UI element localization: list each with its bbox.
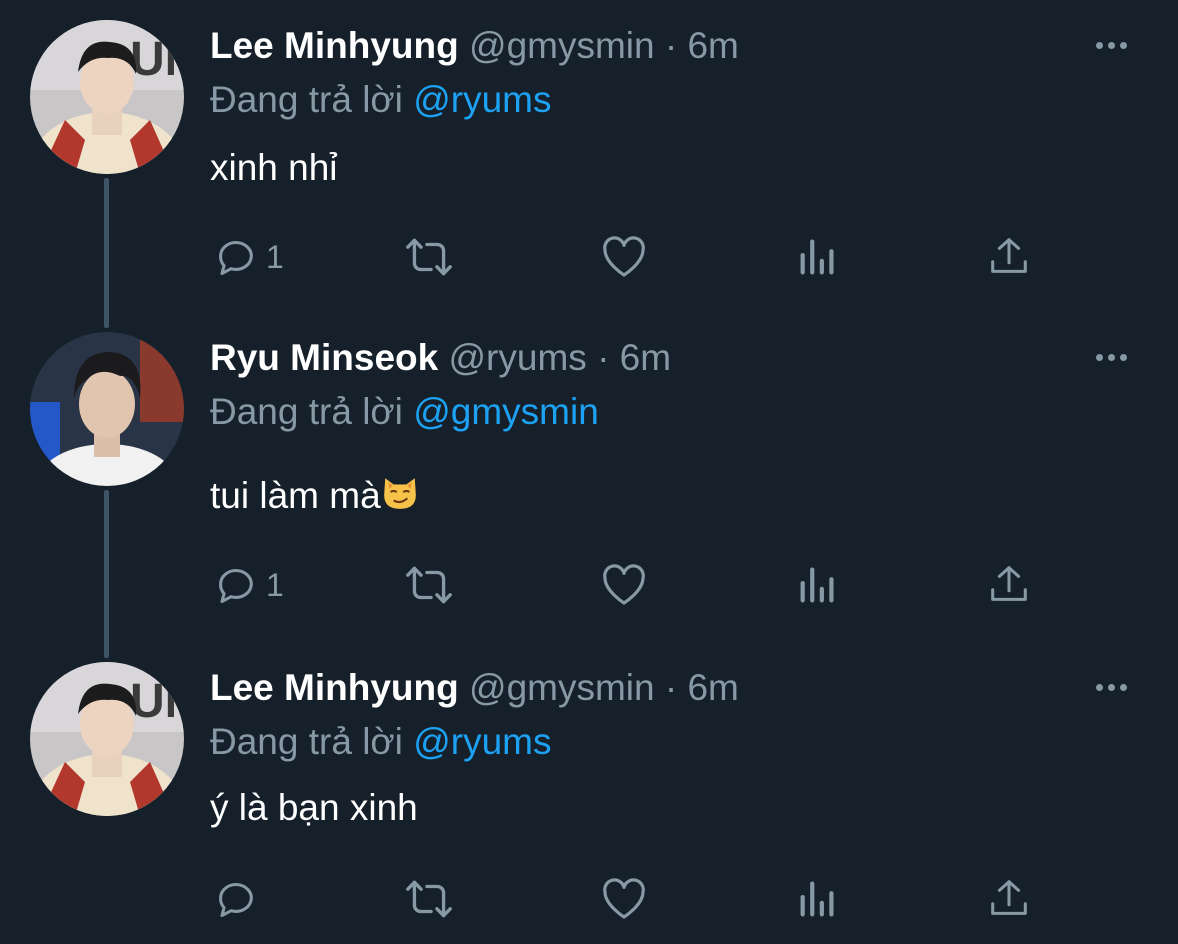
retweet-button[interactable] <box>404 560 454 610</box>
mention-link[interactable]: @gmysmin <box>413 391 599 432</box>
svg-text:UN: UN <box>130 675 184 728</box>
share-button[interactable] <box>986 874 1032 924</box>
like-button[interactable] <box>600 560 648 610</box>
like-icon <box>603 564 645 605</box>
retweet-icon <box>406 566 452 604</box>
share-button[interactable] <box>986 560 1032 610</box>
tweet[interactable]: Ryu Minseok @ryums · 6m Đang trả lời @gm… <box>0 312 1178 642</box>
reply-button[interactable]: 1 <box>212 560 284 610</box>
analytics-button[interactable] <box>796 874 840 924</box>
svg-text:UN: UN <box>130 33 184 86</box>
avatar[interactable] <box>30 332 184 486</box>
analytics-button[interactable] <box>796 560 840 610</box>
reply-count: 1 <box>266 238 284 275</box>
like-icon <box>603 878 645 919</box>
display-name[interactable]: Lee Minhyung <box>210 667 459 708</box>
timestamp[interactable]: 6m <box>620 337 671 378</box>
timestamp[interactable]: 6m <box>687 25 738 66</box>
retweet-icon <box>406 880 452 918</box>
analytics-icon <box>800 881 834 917</box>
replying-to-label: Đang trả lời <box>210 391 403 432</box>
display-name[interactable]: Lee Minhyung <box>210 25 459 66</box>
tweet[interactable]: UN Lee Minhyung @gmysmin · 6m Đang trả l… <box>0 642 1178 944</box>
separator-dot: · <box>597 337 610 378</box>
share-icon <box>991 566 1027 601</box>
more-options-icon[interactable] <box>1096 677 1136 697</box>
more-options-icon[interactable] <box>1096 35 1136 55</box>
replying-to: Đang trả lời @ryums <box>210 720 551 764</box>
mention-link[interactable]: @ryums <box>413 721 551 762</box>
avatar[interactable]: UN <box>30 662 184 816</box>
replying-to: Đang trả lời @ryums <box>210 78 551 122</box>
reply-button[interactable] <box>212 874 266 924</box>
replying-to-label: Đang trả lời <box>210 721 403 762</box>
reply-icon <box>219 241 253 276</box>
replying-to: Đang trả lời @gmysmin <box>210 390 599 434</box>
like-icon <box>603 236 645 277</box>
user-handle[interactable]: @gmysmin <box>469 25 655 66</box>
tweet[interactable]: UN Lee Minhyung @gmysmin · 6m Đang trả l… <box>0 0 1178 320</box>
share-button[interactable] <box>986 232 1032 282</box>
tweet-actions <box>210 874 1070 924</box>
avatar[interactable]: UN <box>30 20 184 174</box>
timestamp[interactable]: 6m <box>687 667 738 708</box>
replying-to-label: Đang trả lời <box>210 79 403 120</box>
tweet-header: Lee Minhyung @gmysmin · 6m <box>210 666 739 710</box>
share-icon <box>991 880 1027 915</box>
user-handle[interactable]: @ryums <box>449 337 587 378</box>
separator-dot: · <box>664 667 678 708</box>
reply-count: 1 <box>266 566 284 603</box>
tweet-actions: 1 <box>210 232 1070 282</box>
tweet-header: Ryu Minseok @ryums · 6m <box>210 336 671 380</box>
mention-link[interactable]: @ryums <box>413 79 551 120</box>
tweet-text: ý là bạn xinh <box>210 787 418 828</box>
separator-dot: · <box>664 25 678 66</box>
share-icon <box>991 238 1027 273</box>
more-options-icon[interactable] <box>1096 347 1136 367</box>
analytics-icon <box>800 239 834 275</box>
like-button[interactable] <box>600 232 648 282</box>
reply-button[interactable]: 1 <box>212 232 284 282</box>
tweet-text-row: tui làm mà <box>210 474 419 518</box>
reply-icon <box>219 883 253 918</box>
reply-icon <box>219 569 253 604</box>
display-name[interactable]: Ryu Minseok <box>210 337 438 378</box>
retweet-button[interactable] <box>404 232 454 282</box>
analytics-icon <box>800 567 834 603</box>
tweet-actions: 1 <box>210 560 1070 610</box>
smirking-cat-emoji <box>383 478 416 509</box>
retweet-button[interactable] <box>404 874 454 924</box>
analytics-button[interactable] <box>796 232 840 282</box>
tweet-text: xinh nhỉ <box>210 147 338 188</box>
retweet-icon <box>406 238 452 276</box>
tweet-text: tui làm mà <box>210 475 381 516</box>
user-handle[interactable]: @gmysmin <box>469 667 655 708</box>
like-button[interactable] <box>600 874 648 924</box>
tweet-header: Lee Minhyung @gmysmin · 6m <box>210 24 739 68</box>
